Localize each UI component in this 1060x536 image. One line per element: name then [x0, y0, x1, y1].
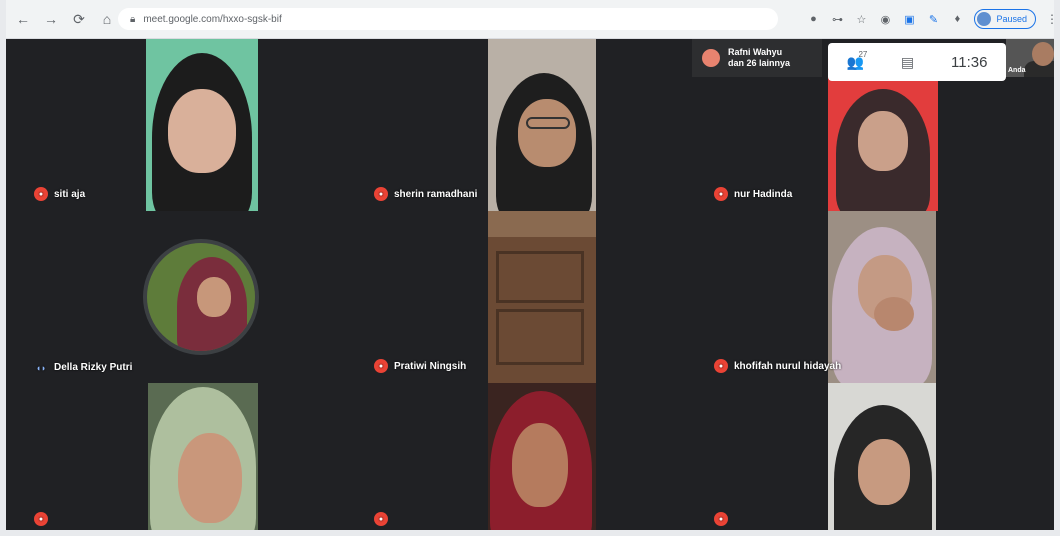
mic-off-icon: ● [374, 359, 388, 373]
reload-icon: ⟳ [73, 10, 85, 27]
self-view[interactable]: Anda [1006, 39, 1054, 77]
participant-tile[interactable]: ● Pratiwi Ningsih [346, 211, 686, 383]
meeting-clock: 11:36 [951, 53, 988, 71]
people-count: 27 [858, 49, 868, 59]
participant-name-tag: ● [714, 512, 734, 526]
participant-video [488, 39, 596, 211]
extension-icon[interactable]: ◉ [878, 12, 892, 26]
participant-name-tag: ● khofifah nurul hidayah [714, 359, 841, 373]
back-icon: ← [16, 11, 30, 27]
participant-video [828, 77, 938, 211]
participant-tile[interactable]: ● [6, 383, 346, 530]
participant-video [828, 383, 936, 530]
mic-off-icon: ● [34, 187, 48, 201]
participant-video [828, 211, 936, 383]
extension-pen-icon[interactable]: ✎ [926, 12, 940, 26]
avatar [977, 12, 992, 26]
join-count: dan 26 lainnya [728, 58, 791, 68]
key-icon[interactable]: ⊶ [830, 12, 844, 26]
toolbar-actions: ● ⊶ ☆ ◉ ▣ ✎ ♦ Paused ⋮ [806, 8, 1054, 30]
join-notification-text: Rafni Wahyu dan 26 lainnya [728, 47, 790, 69]
mic-off-icon: ● [34, 512, 48, 526]
address-bar[interactable]: 🔒︎ meet.google.com/hxxo-sgsk-bif [118, 8, 778, 30]
extension-square-icon[interactable]: ▣ [902, 12, 916, 26]
url-text: meet.google.com/hxxo-sgsk-bif [143, 13, 282, 25]
participant-video [148, 383, 258, 530]
participant-name-tag: ● sherin ramadhani [374, 187, 477, 201]
participant-name-tag: ● [374, 512, 394, 526]
participant-name-tag: ● siti aja [34, 187, 85, 201]
mic-off-icon: ● [374, 512, 388, 526]
participant-avatar [143, 239, 259, 355]
participant-tile[interactable]: ● [346, 383, 686, 530]
join-notification: Rafni Wahyu dan 26 lainnya [692, 39, 822, 77]
home-button[interactable]: ⌂ [96, 8, 118, 30]
lock-icon: 🔒︎ [130, 13, 136, 25]
forward-button[interactable]: → [40, 8, 62, 30]
mic-off-icon: ● [374, 187, 388, 201]
participant-name-tag: ◖◗ Della Rizky Putri [34, 362, 133, 373]
profile-label: Paused [996, 14, 1027, 24]
chat-icon[interactable]: ▤ [901, 54, 914, 71]
participant-name-tag: ● [34, 512, 54, 526]
participant-tile[interactable]: ● khofifah nurul hidayah [686, 211, 1054, 383]
participant-tile[interactable]: ● sherin ramadhani [346, 39, 686, 211]
profile-button[interactable]: Paused [974, 9, 1036, 29]
mic-off-icon: ● [714, 359, 728, 373]
back-button[interactable]: ← [12, 8, 34, 30]
participant-video [146, 39, 258, 211]
avatar [702, 49, 720, 67]
mic-off-icon: ● [714, 187, 728, 201]
reload-button[interactable]: ⟳ [68, 8, 90, 30]
meeting-stage: ● siti aja ● sherin ramadhani ● nur Hadi… [6, 39, 1054, 530]
participant-name-tag: ● Pratiwi Ningsih [374, 359, 466, 373]
mic-off-icon: ● [714, 512, 728, 526]
participant-tile[interactable]: ● siti aja [6, 39, 346, 211]
participant-tile[interactable]: ◖◗ Della Rizky Putri [6, 211, 346, 383]
home-icon: ⌂ [102, 11, 112, 27]
self-view-label: Anda [1008, 67, 1026, 74]
bookmark-star-icon[interactable]: ☆ [854, 12, 868, 26]
browser-toolbar: ← → ⟳ ⌂ 🔒︎ meet.google.com/hxxo-sgsk-bif… [6, 0, 1054, 39]
people-button[interactable]: 👥 27 [846, 50, 867, 71]
meeting-info-bar: 👥 27 ▤ 11:36 [828, 43, 1006, 81]
forward-icon: → [44, 11, 58, 27]
camera-indicator-icon[interactable]: ● [806, 12, 820, 26]
participant-name: nur Hadinda [734, 188, 793, 200]
speaking-indicator-icon: ◖◗ [35, 362, 47, 373]
participant-name: khofifah nurul hidayah [734, 360, 842, 372]
participant-name: Della Rizky Putri [54, 362, 133, 373]
participant-video [488, 383, 596, 530]
participant-name-tag: ● nur Hadinda [714, 187, 792, 201]
window-frame: ← → ⟳ ⌂ 🔒︎ meet.google.com/hxxo-sgsk-bif… [0, 0, 1060, 536]
participant-video [488, 211, 596, 383]
browser-menu-icon[interactable]: ⋮ [1046, 12, 1054, 26]
participant-name: Pratiwi Ningsih [394, 360, 467, 372]
join-name: Rafni Wahyu [728, 47, 783, 57]
participant-name: siti aja [54, 188, 86, 200]
participant-tile[interactable]: ● [686, 383, 1054, 530]
participant-name: sherin ramadhani [394, 188, 478, 200]
extension-puzzle-icon[interactable]: ♦ [950, 12, 964, 26]
